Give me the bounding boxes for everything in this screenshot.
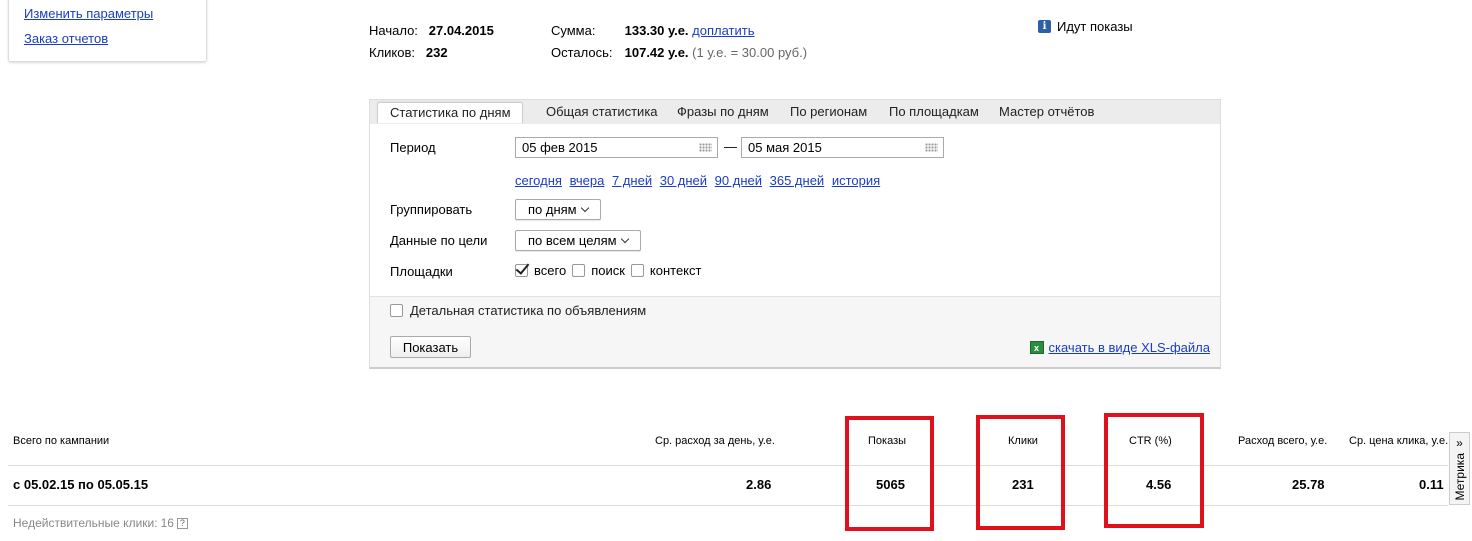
sum-row: Сумма: 133.30 у.е. доплатить (551, 23, 755, 38)
tab-report-wizard[interactable]: Мастер отчётов (999, 104, 1094, 119)
form-body: Период 05 фев 2015 — 05 мая 2015 сегодня… (370, 124, 1220, 296)
cell-range: с 05.02.15 по 05.05.15 (13, 477, 149, 492)
goal-select-value: по всем целям (528, 233, 617, 248)
start-value: 27.04.2015 (428, 23, 494, 38)
clicks-row: Кликов: 232 (369, 45, 448, 60)
range-history-link[interactable]: история (832, 173, 880, 188)
date-to-value: 05 мая 2015 (748, 140, 822, 155)
clicks-label: Кликов: (369, 45, 416, 60)
range-today-link[interactable]: сегодня (515, 173, 562, 188)
range-90-days-link[interactable]: 90 дней (715, 173, 762, 188)
start-label: Начало: (369, 23, 418, 38)
header-total-spend: Расход всего, у.е. (1238, 435, 1328, 447)
xls-download-link[interactable]: скачать в виде XLS-файла (1049, 340, 1211, 355)
invalid-clicks-label: Недействительные клики: (13, 516, 158, 530)
stats-panel: Статистика по дням Общая статистика Фраз… (369, 99, 1221, 369)
metrika-label: Метрика (1452, 453, 1467, 501)
platform-context-label: контекст (649, 263, 702, 278)
range-yesterday-link[interactable]: вчера (570, 173, 605, 188)
invalid-clicks-value: 16 (160, 516, 174, 530)
detail-stats-checkbox[interactable] (390, 304, 403, 317)
detail-stats-option: Детальная статистика по объявлениям (390, 303, 646, 318)
table-divider (8, 505, 1448, 506)
chevron-down-icon (580, 203, 589, 213)
cell-total-spend: 25.78 (1292, 477, 1325, 492)
tab-general-stats[interactable]: Общая статистика (546, 104, 658, 119)
detail-stats-label: Детальная статистика по объявлениям (410, 303, 647, 318)
clicks-value: 232 (425, 45, 448, 60)
header-campaign: Всего по кампании (13, 435, 110, 447)
excel-icon: x (1029, 341, 1044, 354)
platform-all-checkbox[interactable] (515, 264, 528, 277)
group-label: Группировать (390, 202, 473, 217)
calendar-icon[interactable] (699, 143, 712, 152)
highlight-impressions (845, 416, 934, 531)
start-row: Начало: 27.04.2015 (369, 23, 494, 38)
remain-row: Осталось: 107.42 у.е. (1 у.е. = 30.00 ру… (551, 45, 807, 60)
tab-bar: Статистика по дням Общая статистика Фраз… (370, 100, 1220, 124)
platform-search-label: поиск (591, 263, 625, 278)
date-from-value: 05 фев 2015 (522, 140, 598, 155)
xls-download: x скачать в виде XLS-файла (1029, 340, 1211, 355)
double-chevron-right-icon: » (1456, 436, 1463, 450)
divider (370, 296, 1220, 297)
date-to-input[interactable]: 05 мая 2015 (741, 137, 944, 158)
goal-select[interactable]: по всем целям (515, 230, 641, 251)
highlight-clicks (976, 415, 1065, 530)
platform-all-label: всего (534, 263, 567, 278)
order-reports-link[interactable]: Заказ отчетов (24, 31, 108, 46)
goal-label: Данные по цели (390, 233, 488, 248)
period-label: Период (390, 140, 436, 155)
date-separator: — (724, 139, 737, 154)
cell-avg-daily: 2.86 (746, 477, 772, 492)
group-select-value: по дням (528, 202, 577, 217)
table-divider (8, 465, 1448, 466)
rate-note: (1 у.е. = 30.00 руб.) (692, 45, 808, 60)
chevron-down-icon (620, 234, 629, 244)
range-365-days-link[interactable]: 365 дней (770, 173, 825, 188)
help-icon[interactable]: ? (176, 517, 188, 529)
calendar-icon[interactable] (925, 143, 938, 152)
platform-context-checkbox[interactable] (630, 264, 644, 277)
status-text: Идут показы (1057, 19, 1133, 34)
tab-platforms[interactable]: По площадкам (889, 104, 979, 119)
info-icon: i (1038, 20, 1051, 33)
cell-avg-cpc: 0.11 (1419, 477, 1444, 492)
platform-search-checkbox[interactable] (572, 264, 586, 277)
metrika-panel-toggle[interactable]: » Метрика (1449, 432, 1470, 505)
range-30-days-link[interactable]: 30 дней (660, 173, 707, 188)
invalid-clicks: Недействительные клики: 16 ? (13, 516, 188, 530)
show-button[interactable]: Показать (390, 336, 471, 358)
tab-daily-stats[interactable]: Статистика по дням (377, 102, 523, 123)
campaign-status: i Идут показы (1038, 19, 1133, 34)
group-select[interactable]: по дням (515, 199, 601, 220)
sidebar-box: Изменить параметры Заказ отчетов (8, 0, 207, 62)
remain-label: Осталось: (551, 45, 613, 60)
edit-params-link[interactable]: Изменить параметры (24, 6, 153, 21)
sum-value: 133.30 у.е. (624, 23, 689, 38)
remain-value: 107.42 у.е. (624, 45, 689, 60)
highlight-ctr (1104, 413, 1204, 528)
tab-regions[interactable]: По регионам (790, 104, 867, 119)
sum-label: Сумма: (551, 23, 596, 38)
header-avg-cpc: Ср. цена клика, у.е. (1349, 435, 1449, 447)
platforms-options: всего поиск контекст (515, 263, 707, 278)
range-7-days-link[interactable]: 7 дней (612, 173, 652, 188)
header-avg-daily: Ср. расход за день, у.е. (655, 435, 775, 447)
topup-link[interactable]: доплатить (692, 23, 754, 38)
date-from-input[interactable]: 05 фев 2015 (515, 137, 718, 158)
tab-phrases-daily[interactable]: Фразы по дням (677, 104, 769, 119)
quick-ranges: сегодня вчера 7 дней 30 дней 90 дней 365… (515, 173, 884, 188)
platforms-label: Площадки (390, 264, 453, 279)
